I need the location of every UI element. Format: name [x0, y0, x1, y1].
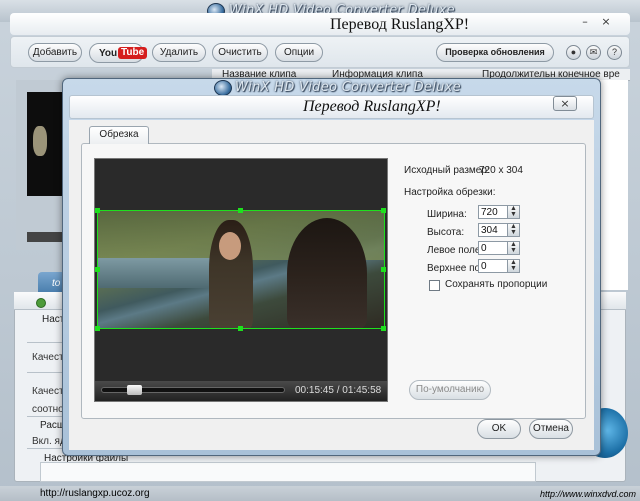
source-size-label: Исходный размер:: [404, 165, 490, 176]
divider: [27, 342, 63, 343]
crop-handle-t[interactable]: [238, 208, 243, 213]
height-label: Высота:: [427, 227, 465, 238]
seek-bar[interactable]: [101, 385, 285, 395]
crop-handle-br[interactable]: [381, 326, 386, 331]
preview-seekbar[interactable]: [27, 232, 64, 242]
height-spin-icon[interactable]: ▲ ▼: [507, 223, 519, 236]
crop-handle-tr[interactable]: [381, 208, 386, 213]
dialog-logo-icon: [214, 80, 232, 96]
cancel-button[interactable]: Отмена: [529, 419, 573, 439]
crop-rectangle[interactable]: [97, 210, 385, 329]
source-size-value: 720 x 304: [479, 165, 523, 176]
dialog-banner-text: Перевод RuslangXP!: [303, 98, 441, 115]
youtube-tube-label: Tube: [118, 47, 148, 59]
crop-dialog: WinX HD Video Converter Deluxe Перевод R…: [62, 78, 601, 456]
ok-button[interactable]: OK: [477, 419, 521, 439]
help-icon[interactable]: ?: [607, 45, 622, 60]
top-margin-stepper[interactable]: 0 ▲ ▼: [478, 259, 520, 273]
output-field[interactable]: [40, 462, 536, 482]
clear-button[interactable]: Очистить: [212, 43, 268, 62]
side-tab-label: to: [52, 278, 61, 289]
file-list[interactable]: [600, 80, 628, 290]
footer-url-left[interactable]: http://ruslangxp.ucoz.org: [40, 488, 150, 499]
youtube-button[interactable]: You Tube: [89, 43, 148, 63]
minimize-icon[interactable]: –: [576, 16, 594, 30]
height-value: 304: [481, 225, 498, 236]
preview-thumbnail: [27, 92, 64, 196]
left-margin-value: 0: [481, 243, 487, 254]
width-spin-icon[interactable]: ▲ ▼: [507, 205, 519, 218]
divider: [27, 448, 63, 449]
left-margin-spin-icon[interactable]: ▲ ▼: [507, 241, 519, 254]
add-profile-icon[interactable]: [36, 298, 46, 308]
close-icon[interactable]: ×: [597, 16, 615, 30]
crop-handle-r[interactable]: [381, 267, 386, 272]
divider: [27, 372, 63, 373]
seek-knob[interactable]: [127, 385, 142, 395]
crop-handle-tl[interactable]: [95, 208, 100, 213]
divider: [27, 416, 63, 417]
time-total: 01:45:58: [342, 385, 382, 396]
main-banner: [10, 13, 630, 35]
crop-settings-label: Настройка обрезки:: [404, 187, 496, 198]
player-controls: 00:15:45 / 01:45:58: [95, 381, 387, 401]
top-margin-value: 0: [481, 261, 487, 272]
mail-icon[interactable]: ✉: [586, 45, 601, 60]
youtube-you-label: You: [99, 48, 118, 59]
keep-ratio-label: Сохранять пропорции: [445, 279, 548, 290]
width-stepper[interactable]: 720 ▲ ▼: [478, 205, 520, 219]
crop-handle-bl[interactable]: [95, 326, 100, 331]
dialog-close-button[interactable]: ×: [553, 96, 577, 111]
main-toolbar: Добавить You Tube Удалить Очистить Опции…: [10, 36, 630, 68]
time-current: 00:15:45: [295, 385, 334, 396]
keep-ratio-checkbox[interactable]: [429, 280, 440, 291]
crop-handle-l[interactable]: [95, 267, 100, 272]
default-button[interactable]: По-умолчанию: [409, 380, 491, 400]
width-label: Ширина:: [427, 209, 467, 220]
crop-handle-b[interactable]: [238, 326, 243, 331]
height-stepper[interactable]: 304 ▲ ▼: [478, 223, 520, 237]
options-button[interactable]: Опции: [275, 43, 323, 62]
add-button[interactable]: Добавить: [28, 43, 82, 62]
main-banner-text: Перевод RuslangXP!: [330, 16, 470, 33]
user-icon[interactable]: ●: [566, 45, 581, 60]
left-margin-label: Левое поле:: [427, 245, 484, 256]
remove-button[interactable]: Удалить: [152, 43, 206, 62]
footer-url-right[interactable]: http://www.winxdvd.com: [540, 489, 636, 499]
dialog-app-title: WinX HD Video Converter Deluxe: [235, 80, 461, 95]
left-margin-stepper[interactable]: 0 ▲ ▼: [478, 241, 520, 255]
top-margin-spin-icon[interactable]: ▲ ▼: [507, 259, 519, 272]
check-updates-button[interactable]: Проверка обновления: [436, 43, 554, 62]
video-player: 00:15:45 / 01:45:58: [94, 158, 388, 402]
width-value: 720: [481, 207, 498, 218]
timecode: 00:15:45 / 01:45:58: [295, 385, 382, 396]
tab-crop[interactable]: Обрезка: [89, 126, 149, 144]
